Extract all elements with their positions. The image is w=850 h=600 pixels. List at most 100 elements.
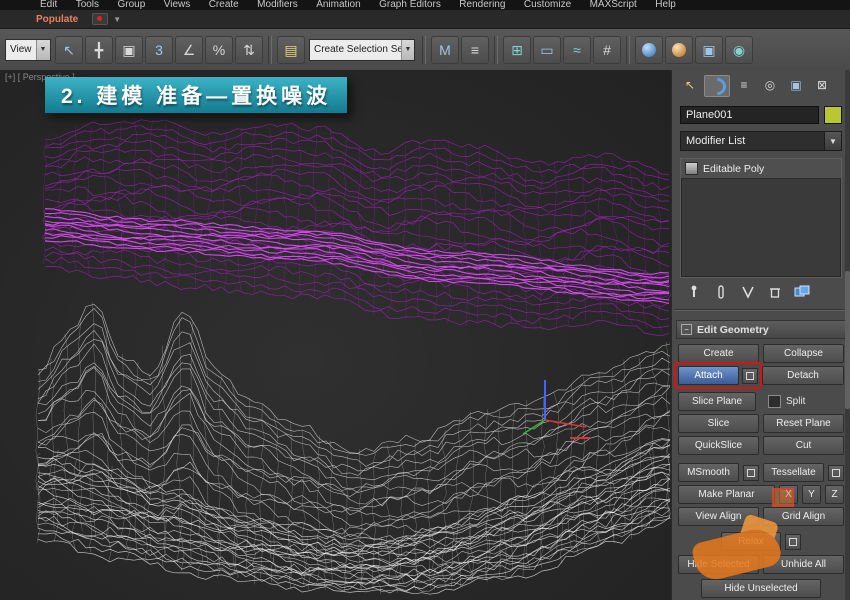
- button-row: Hide Selected Unhide All: [678, 555, 844, 574]
- pin-stack-icon[interactable]: [684, 285, 703, 300]
- tessellate-settings-button[interactable]: [828, 464, 844, 481]
- panel-separator: [674, 309, 848, 311]
- snap-toggle-3d-icon[interactable]: 3: [145, 35, 173, 64]
- tab-motion[interactable]: ◎: [758, 75, 782, 95]
- chevron-down-icon: ▼: [824, 132, 841, 150]
- button-row: Relax: [678, 532, 844, 551]
- curve-editor-icon[interactable]: ≈: [563, 35, 591, 64]
- ribbon-toggle-icon[interactable]: ▭: [533, 35, 561, 64]
- slice-plane-button[interactable]: Slice Plane: [678, 392, 756, 411]
- msmooth-settings-button[interactable]: [743, 464, 759, 481]
- named-selection-sets-icon[interactable]: ▤: [277, 35, 305, 64]
- tab-modify[interactable]: [704, 73, 730, 99]
- grid-align-button[interactable]: Grid Align: [763, 507, 844, 526]
- reset-plane-button[interactable]: Reset Plane: [763, 414, 844, 433]
- scrollbar-thumb[interactable]: [845, 271, 850, 410]
- button-row: Slice Plane Split: [678, 392, 844, 411]
- menu-item[interactable]: Group: [118, 0, 146, 10]
- planar-z-button[interactable]: Z: [825, 485, 844, 504]
- render-production-icon[interactable]: ◉: [725, 35, 753, 64]
- collapse-rollout-icon: −: [681, 324, 692, 335]
- toolbar-divider: [494, 35, 498, 64]
- configure-modifier-sets-icon[interactable]: [792, 285, 811, 300]
- detach-button[interactable]: Detach: [762, 366, 844, 385]
- menu-item[interactable]: Graph Editors: [379, 0, 441, 10]
- button-row: View Align Grid Align: [678, 507, 844, 526]
- remove-modifier-icon[interactable]: [765, 285, 784, 300]
- use-pivot-center-icon[interactable]: ▣: [115, 35, 143, 64]
- relax-button[interactable]: Relax: [721, 532, 781, 551]
- menu-bar: Edit Tools Group Views Create Modifiers …: [0, 0, 850, 10]
- relax-settings-button[interactable]: [785, 533, 801, 550]
- viewport[interactable]: [+] [ Perspective ] 2. 建模 准备—置换噪波: [0, 70, 673, 600]
- button-row: Slice Reset Plane: [678, 414, 844, 433]
- attach-settings-button[interactable]: [742, 367, 758, 384]
- render-setup-icon[interactable]: [665, 35, 693, 64]
- planar-y-button[interactable]: Y: [802, 485, 821, 504]
- command-panel: ↖ ≡ ◎ ▣ ⊠ Plane001 Modifier List ▼ Edita…: [671, 70, 850, 600]
- menu-item[interactable]: Edit: [40, 0, 57, 10]
- object-name-row: Plane001: [680, 106, 842, 124]
- object-name-field[interactable]: Plane001: [680, 106, 819, 124]
- coordinate-system-dropdown[interactable]: View ▼: [5, 38, 51, 61]
- menu-item[interactable]: MAXScript: [590, 0, 637, 10]
- attach-button[interactable]: Attach: [678, 366, 739, 385]
- percent-snap-icon[interactable]: %: [205, 35, 233, 64]
- record-icon[interactable]: [92, 13, 109, 25]
- menu-item[interactable]: Animation: [316, 0, 360, 10]
- tab-hierarchy[interactable]: ≡: [732, 75, 756, 95]
- make-unique-icon[interactable]: [738, 285, 757, 300]
- hide-selected-button[interactable]: Hide Selected: [678, 555, 759, 574]
- show-end-result-icon[interactable]: [711, 285, 730, 300]
- align-icon[interactable]: ≡: [461, 35, 489, 64]
- make-planar-button[interactable]: Make Planar: [678, 485, 775, 504]
- menu-item[interactable]: Help: [655, 0, 676, 10]
- modifier-list-dropdown[interactable]: Modifier List ▼: [680, 131, 842, 151]
- populate-label[interactable]: Populate: [36, 14, 78, 25]
- menu-item[interactable]: Tools: [76, 0, 99, 10]
- menu-item[interactable]: Create: [209, 0, 239, 10]
- msmooth-button[interactable]: MSmooth: [678, 463, 739, 482]
- rollout-edit-geometry[interactable]: − Edit Geometry: [676, 320, 846, 339]
- menu-item[interactable]: Rendering: [459, 0, 505, 10]
- stack-toolbar: [684, 284, 838, 300]
- 3dsmax-window: Edit Tools Group Views Create Modifiers …: [0, 0, 850, 600]
- schematic-view-icon[interactable]: #: [593, 35, 621, 64]
- planar-x-button[interactable]: X: [779, 485, 798, 504]
- mirror-icon[interactable]: M: [431, 35, 459, 64]
- hide-unselected-button[interactable]: Hide Unselected: [701, 579, 821, 598]
- tab-create[interactable]: ↖: [678, 75, 702, 95]
- menu-item[interactable]: Views: [164, 0, 191, 10]
- unhide-all-button[interactable]: Unhide All: [763, 555, 844, 574]
- toolbar-divider: [268, 35, 272, 64]
- menu-item[interactable]: Customize: [524, 0, 571, 10]
- angle-snap-icon[interactable]: ∠: [175, 35, 203, 64]
- tessellate-button[interactable]: Tessellate: [763, 463, 824, 482]
- button-row: Hide Unselected: [678, 579, 844, 598]
- object-color-swatch[interactable]: [824, 106, 842, 124]
- select-object-icon[interactable]: ↖: [55, 35, 83, 64]
- layer-manager-icon[interactable]: ⊞: [503, 35, 531, 64]
- create-button[interactable]: Create: [678, 344, 759, 363]
- spinner-snap-icon[interactable]: ⇅: [235, 35, 263, 64]
- selection-set-dropdown[interactable]: Create Selection Se ▼: [309, 38, 415, 61]
- button-row: Attach Detach: [674, 362, 844, 389]
- quickslice-button[interactable]: QuickSlice: [678, 436, 759, 455]
- tab-display[interactable]: ▣: [784, 75, 808, 95]
- chevron-down-icon[interactable]: ▼: [113, 15, 121, 24]
- panel-scrollbar[interactable]: [845, 70, 850, 600]
- split-checkbox[interactable]: [768, 395, 781, 408]
- rollout-title: Edit Geometry: [697, 323, 769, 336]
- coordinate-system-value: View: [10, 44, 32, 55]
- material-editor-icon[interactable]: [635, 35, 663, 64]
- button-row: Make Planar X Y Z: [678, 485, 844, 504]
- slice-button[interactable]: Slice: [678, 414, 759, 433]
- menu-item[interactable]: Modifiers: [257, 0, 298, 10]
- tab-utilities[interactable]: ⊠: [810, 75, 834, 95]
- rendered-frame-icon[interactable]: ▣: [695, 35, 723, 64]
- collapse-button[interactable]: Collapse: [763, 344, 844, 363]
- view-align-button[interactable]: View Align: [678, 507, 759, 526]
- select-and-move-icon[interactable]: ╋: [85, 35, 113, 64]
- stack-item-editable-poly[interactable]: Editable Poly: [681, 159, 841, 179]
- cut-button[interactable]: Cut: [763, 436, 844, 455]
